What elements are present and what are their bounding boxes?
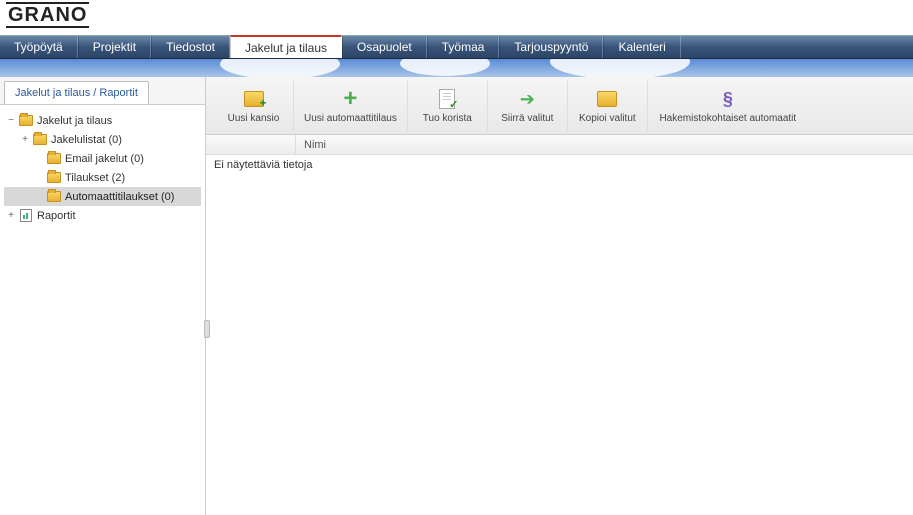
grid-body: Ei näytettäviä tietoja (206, 155, 913, 515)
grid-header: Nimi (206, 135, 913, 155)
move-arrow-icon: ➔ (515, 87, 539, 111)
tree-label: Tilaukset (2) (65, 172, 125, 184)
content-area: Uusi kansio + Uusi automaattitilaus Tuo … (206, 77, 913, 515)
grid-empty-text: Ei näytettäviä tietoja (214, 159, 312, 171)
tree-expand-icon[interactable]: + (18, 134, 32, 145)
sidebar-tab-jakelut-raportit[interactable]: Jakelut ja tilaus / Raportit (4, 81, 149, 104)
nav-jakelut-ja-tilaus[interactable]: Jakelut ja tilaus (230, 35, 342, 58)
tree-collapse-icon[interactable]: − (4, 115, 18, 126)
tree-node-automaattitilaukset[interactable]: Automaattitilaukset (0) (4, 187, 201, 206)
tree-label: Automaattitilaukset (0) (65, 191, 174, 203)
folder-icon (46, 152, 62, 166)
splitter-handle[interactable] (204, 320, 210, 338)
brand-logo: GRANO (6, 2, 89, 28)
new-folder-icon (242, 87, 266, 111)
tree-label: Raportit (37, 210, 76, 222)
nav-tyomaa[interactable]: Työmaa (427, 36, 500, 58)
tool-label: Hakemistokohtaiset automaatit (659, 113, 796, 124)
plus-icon: + (338, 87, 362, 111)
siirra-valitut-button[interactable]: ➔ Siirrä valitut (488, 81, 568, 131)
tool-label: Uusi automaattitilaus (304, 113, 397, 124)
nav-tarjouspyynto[interactable]: Tarjouspyyntö (499, 36, 603, 58)
tree-node-raportit[interactable]: + Raportit (4, 206, 201, 225)
tree-node-email-jakelut[interactable]: Email jakelut (0) (4, 149, 201, 168)
import-document-icon (435, 87, 459, 111)
kopioi-valitut-button[interactable]: Kopioi valitut (568, 81, 648, 131)
sidebar: Jakelut ja tilaus / Raportit − Jakelut j… (0, 77, 206, 515)
toolbar: Uusi kansio + Uusi automaattitilaus Tuo … (206, 77, 913, 135)
folder-icon (32, 133, 48, 147)
nav-projektit[interactable]: Projektit (78, 36, 151, 58)
tree-node-jakelulistat[interactable]: + Jakelulistat (0) (4, 130, 201, 149)
copy-folder-icon (595, 87, 619, 111)
tree-label: Jakelut ja tilaus (37, 115, 112, 127)
tree-label: Email jakelut (0) (65, 153, 144, 165)
tree-label: Jakelulistat (0) (51, 134, 122, 146)
tool-label: Tuo korista (423, 113, 472, 124)
section-icon: § (716, 87, 740, 111)
banner-sky (0, 59, 913, 77)
main-nav: Työpöytä Projektit Tiedostot Jakelut ja … (0, 35, 913, 59)
tool-label: Siirrä valitut (501, 113, 553, 124)
tuo-korista-button[interactable]: Tuo korista (408, 81, 488, 131)
nav-tiedostot[interactable]: Tiedostot (151, 36, 230, 58)
tree-node-jakelut-ja-tilaus[interactable]: − Jakelut ja tilaus (4, 111, 201, 130)
tree-expand-icon[interactable]: + (4, 210, 18, 221)
folder-icon (18, 114, 34, 128)
grid-column-nimi[interactable]: Nimi (296, 135, 913, 154)
report-icon (18, 209, 34, 223)
folder-icon (46, 190, 62, 204)
tree-node-tilaukset[interactable]: Tilaukset (2) (4, 168, 201, 187)
folder-icon (46, 171, 62, 185)
sidebar-tabstrip: Jakelut ja tilaus / Raportit (0, 77, 205, 105)
nav-tyopoya[interactable]: Työpöytä (0, 36, 78, 58)
uusi-kansio-button[interactable]: Uusi kansio (214, 81, 294, 131)
hakemistokohtaiset-automaatit-button[interactable]: § Hakemistokohtaiset automaatit (648, 81, 808, 131)
main-area: Jakelut ja tilaus / Raportit − Jakelut j… (0, 77, 913, 515)
header: GRANO (0, 0, 913, 35)
grid-column-selector[interactable] (206, 135, 296, 154)
nav-kalenteri[interactable]: Kalenteri (603, 36, 680, 58)
nav-osapuolet[interactable]: Osapuolet (342, 36, 427, 58)
tool-label: Kopioi valitut (579, 113, 636, 124)
uusi-automaattitilaus-button[interactable]: + Uusi automaattitilaus (294, 81, 408, 131)
tree-view: − Jakelut ja tilaus + Jakelulistat (0) E… (0, 105, 205, 515)
tool-label: Uusi kansio (228, 113, 280, 124)
